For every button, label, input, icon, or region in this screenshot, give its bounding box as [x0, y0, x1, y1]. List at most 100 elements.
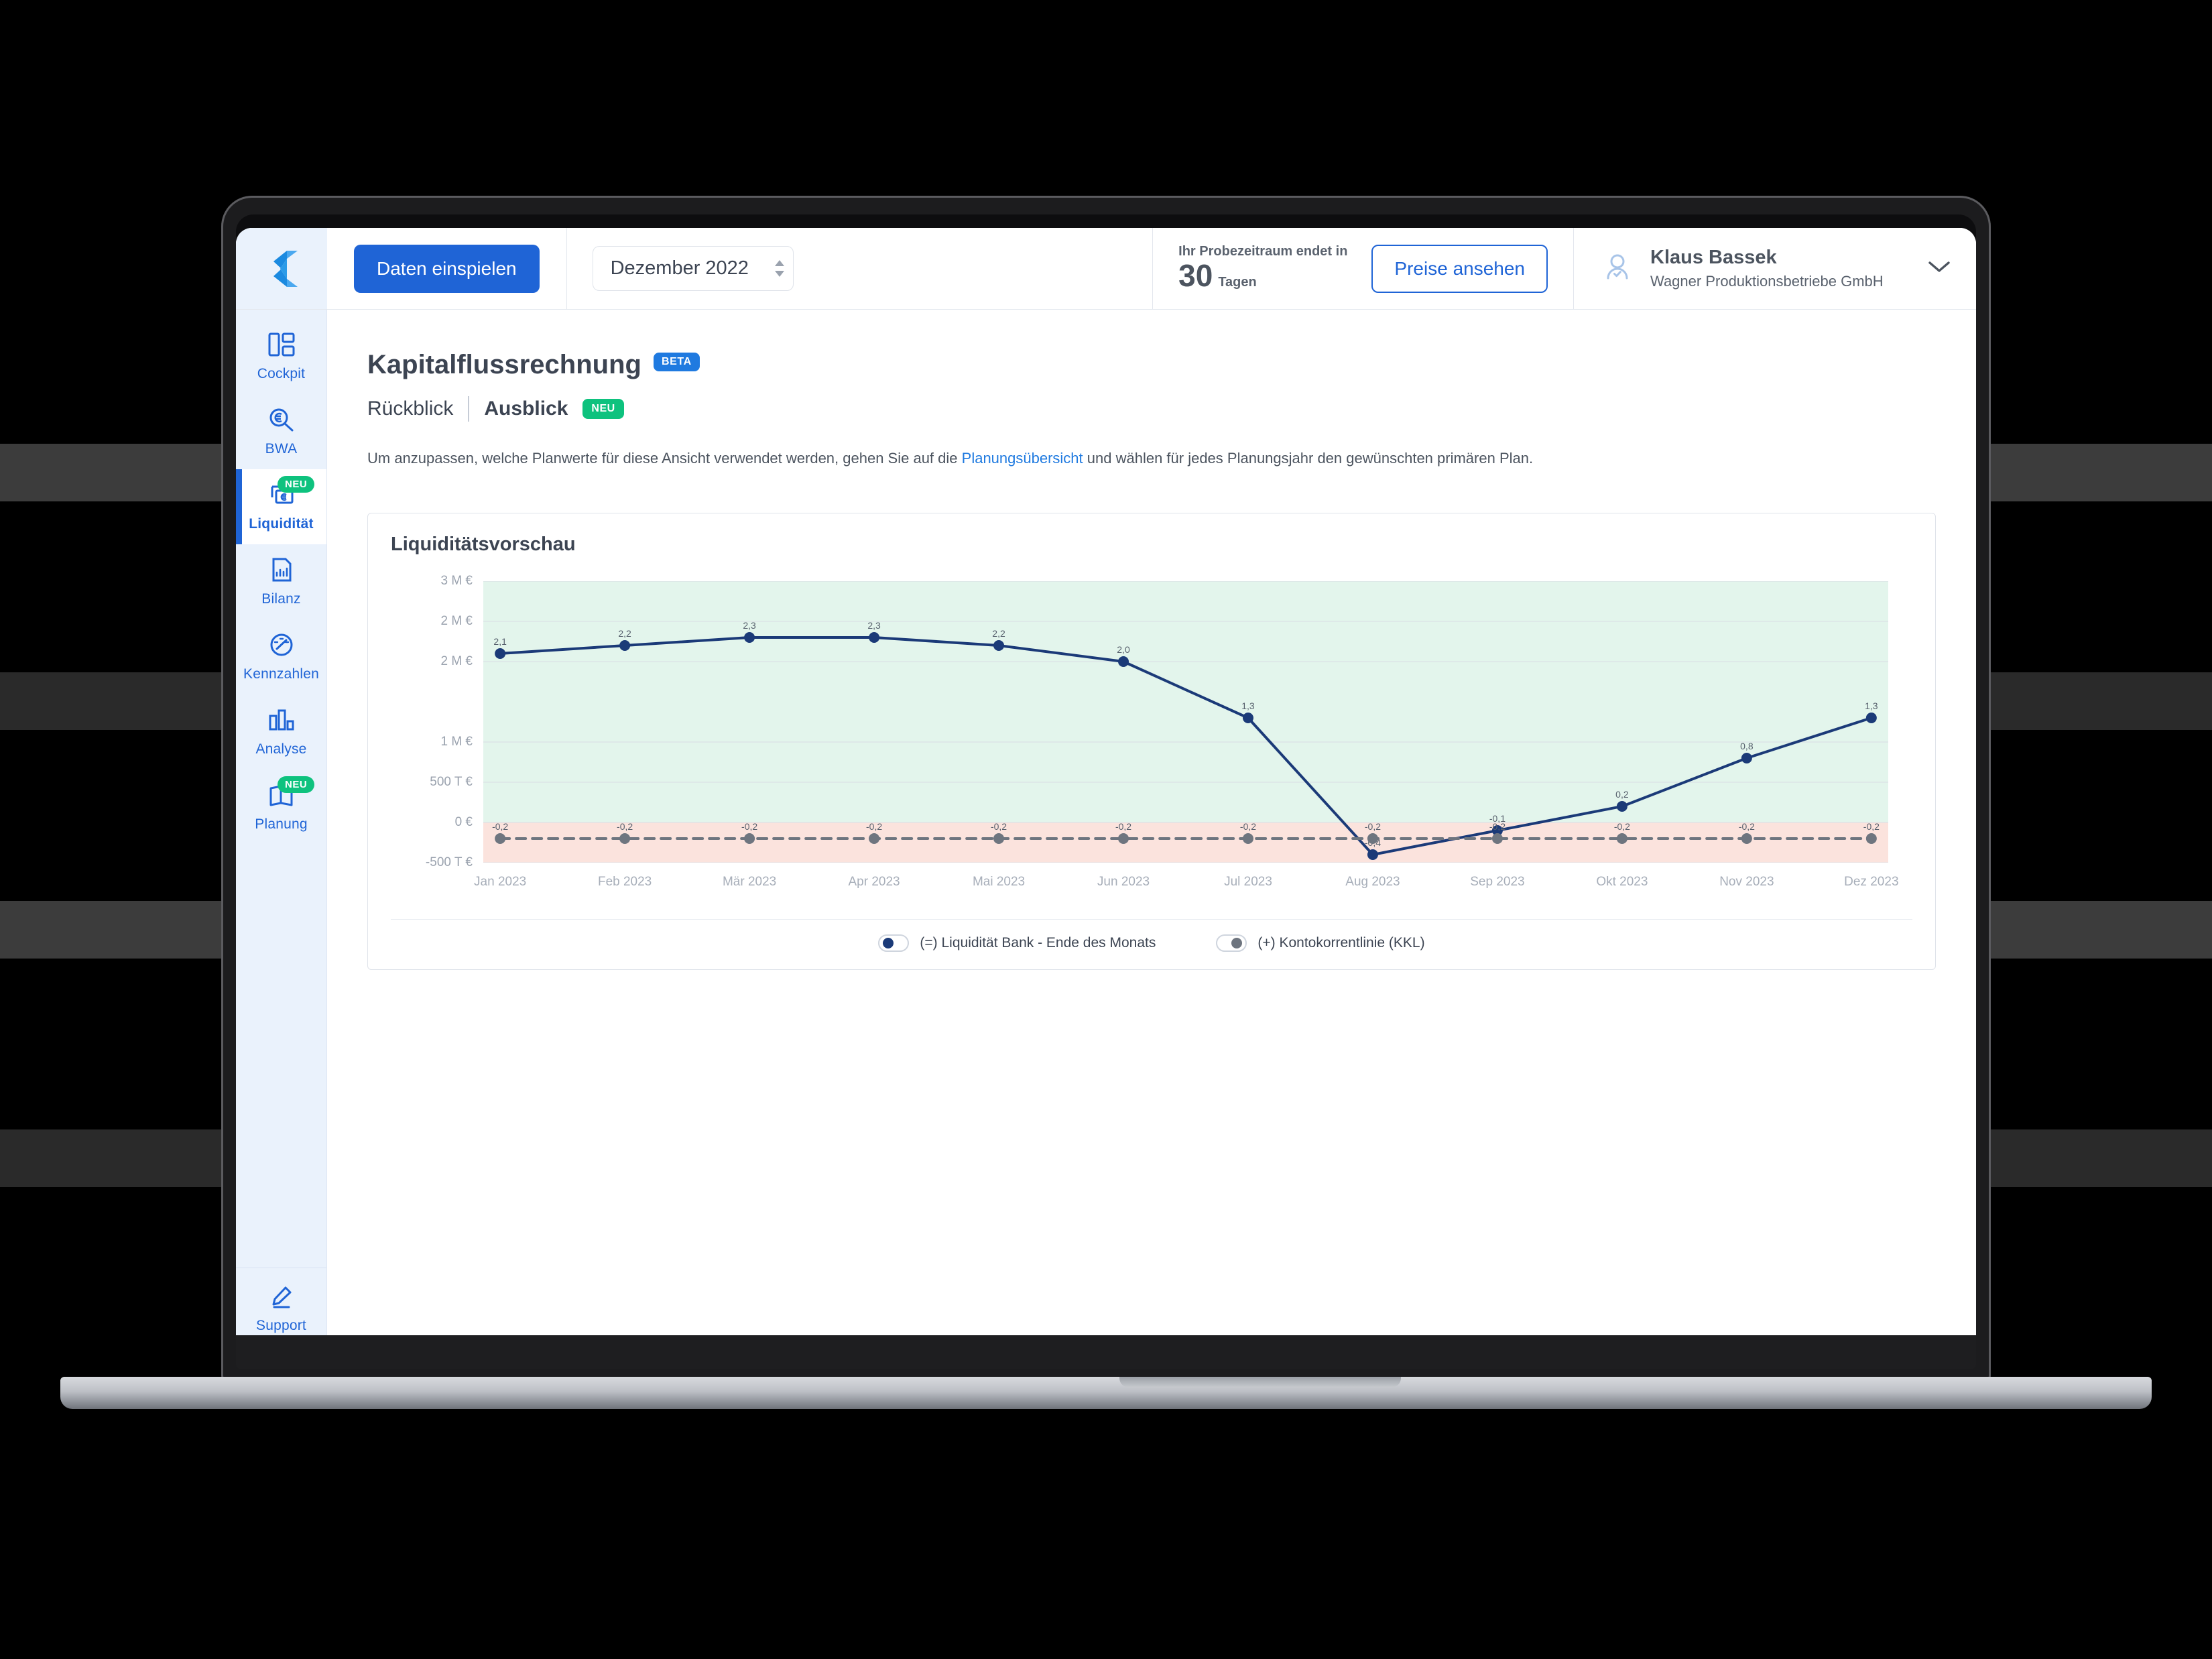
data-label: -0,2 [1614, 821, 1630, 832]
data-point [619, 640, 631, 651]
data-point [1865, 713, 1877, 723]
data-point [1741, 833, 1752, 844]
sidebar-item-liquiditaet[interactable]: NEU Liquidität [236, 469, 326, 544]
legend-toggle[interactable] [878, 934, 910, 952]
tab-badge-neu: NEU [582, 399, 624, 419]
data-point [1741, 753, 1752, 763]
tab-ausblick[interactable]: Ausblick [484, 397, 568, 420]
data-point [1616, 801, 1627, 812]
data-point [1367, 849, 1378, 860]
sidebar-items: Cockpit BWA NEU Liquidität Bilanz Kennza… [236, 310, 326, 845]
data-point [744, 632, 755, 643]
sidebar-item-label: Bilanz [261, 591, 301, 607]
data-point [1242, 713, 1253, 723]
bar-chart-icon [268, 708, 295, 735]
x-axis-labels: Jan 2023 Feb 2023 Mär 2023 Apr 2023 Mai 2023… [474, 875, 1898, 895]
data-point [993, 833, 1005, 844]
chart-area: 3 M € 2 M € 2 M € 1 M € 500 T € 0 € -500 T € 2… [391, 572, 1912, 915]
chevron-down-icon[interactable] [1928, 260, 1951, 277]
import-data-button[interactable]: Daten einspielen [354, 244, 540, 293]
pencil-icon [269, 1286, 294, 1312]
trial-message: Ihr Probezeitraum endet in [1178, 244, 1348, 259]
data-label: 2,3 [867, 620, 881, 631]
y-axis-tick: 2 M € [440, 614, 473, 628]
data-point [869, 833, 880, 844]
y-axis-tick: 1 M € [440, 735, 473, 749]
sidebar-item-cockpit[interactable]: Cockpit [236, 319, 326, 394]
laptop-base [60, 1377, 2152, 1409]
sidebar-item-planung[interactable]: NEU Planung [236, 770, 326, 845]
data-label: -0,2 [1739, 821, 1755, 832]
app-body: Cockpit BWA NEU Liquidität Bilanz Kennza… [236, 310, 1976, 1354]
y-axis-tick: 3 M € [440, 574, 473, 588]
data-label: -0,2 [1365, 821, 1381, 832]
y-axis-tick: 0 € [454, 815, 473, 829]
sidebar-item-label: Planung [255, 816, 308, 832]
top-bar: Daten einspielen Dezember 2022 Ihr Probe… [236, 228, 1976, 310]
data-point [619, 833, 631, 844]
laptop-mockup: Daten einspielen Dezember 2022 Ihr Probe… [60, 196, 2152, 1424]
sidebar-item-label: Kennzahlen [243, 666, 319, 682]
data-label: 2,1 [493, 636, 507, 647]
helper-text-after: und wählen für jedes Planungsjahr den ge… [1083, 450, 1534, 467]
data-point [1118, 656, 1129, 667]
speedometer-icon [268, 633, 295, 660]
data-label: 0,2 [1615, 789, 1629, 800]
laptop-lid: Daten einspielen Dezember 2022 Ihr Probe… [221, 196, 1991, 1382]
stepper-arrows-icon[interactable] [774, 260, 785, 277]
x-axis-tick: Aug 2023 [1345, 875, 1400, 889]
user-menu[interactable]: Klaus Bassek Wagner Produktionsbetriebe … [1574, 228, 1976, 309]
legend-item-kontokorrentlinie[interactable]: (+) Kontokorrentlinie (KKL) [1216, 934, 1425, 952]
magnifier-euro-icon [268, 408, 295, 435]
view-tabs: Rückblick Ausblick NEU [367, 396, 1936, 422]
user-organisation: Wagner Produktionsbetriebe GmbH [1650, 273, 1884, 290]
data-label: -0,2 [866, 821, 882, 832]
user-avatar-icon [1602, 251, 1633, 286]
period-value: Dezember 2022 [610, 257, 749, 279]
laptop-screen: Daten einspielen Dezember 2022 Ihr Probe… [236, 228, 1976, 1354]
data-point [1616, 833, 1627, 844]
legend-label: (+) Kontokorrentlinie (KKL) [1257, 935, 1425, 950]
x-axis-tick: Feb 2023 [597, 875, 652, 889]
tab-divider [468, 396, 470, 422]
sidebar-item-label: Analyse [255, 741, 307, 757]
x-axis-tick: Okt 2023 [1596, 875, 1648, 889]
y-axis-labels: 3 M € 2 M € 2 M € 1 M € 500 T € 0 € -500 T € [391, 574, 473, 869]
data-point [495, 833, 506, 844]
app-logo[interactable] [236, 228, 327, 309]
sidebar-item-analyse[interactable]: Analyse [236, 694, 326, 770]
planungsuebersicht-link[interactable]: Planungsübersicht [962, 450, 1083, 467]
data-label: 2,2 [992, 628, 1005, 639]
chart-title: Liquiditätsvorschau [391, 534, 576, 555]
sidebar-item-bilanz[interactable]: Bilanz [236, 544, 326, 619]
sidebar-item-bwa[interactable]: BWA [236, 394, 326, 469]
data-label: 1,3 [1241, 700, 1255, 711]
sidebar-item-kennzahlen[interactable]: Kennzahlen [236, 619, 326, 694]
sidebar-item-label: BWA [265, 441, 298, 456]
data-label: 0,8 [1740, 741, 1754, 751]
y-axis-tick: -500 T € [425, 855, 473, 869]
user-name: Klaus Bassek [1650, 247, 1777, 268]
x-axis-tick: Mai 2023 [972, 875, 1026, 889]
chart-plot: 2,12,22,32,32,22,01,3-0,4-0,10,20,81,3-0… [483, 581, 1888, 863]
data-point [993, 640, 1005, 651]
tab-rueckblick[interactable]: Rückblick [367, 397, 453, 420]
legend-item-liquiditaet-bank[interactable]: (=) Liquidität Bank - Ende des Monats [878, 934, 1156, 952]
data-point [1491, 833, 1503, 844]
dashboard-grid-icon [268, 332, 295, 360]
trial-info: Ihr Probezeitraum endet in 30 Tagen [1178, 244, 1347, 293]
x-axis-tick: Jun 2023 [1097, 875, 1150, 889]
chart-legend: (=) Liquidität Bank - Ende des Monats (+… [391, 919, 1912, 952]
trial-days-unit: Tagen [1218, 275, 1257, 290]
view-pricing-button[interactable]: Preise ansehen [1371, 244, 1548, 293]
trial-days-count: 30 [1178, 258, 1213, 294]
application-window: Daten einspielen Dezember 2022 Ihr Probe… [236, 228, 1976, 1354]
x-axis-tick: Nov 2023 [1719, 875, 1774, 889]
x-axis-tick: Mär 2023 [722, 875, 777, 889]
sidebar-badge-neu: NEU [278, 776, 315, 793]
legend-label: (=) Liquidität Bank - Ende des Monats [920, 935, 1156, 950]
period-selector[interactable]: Dezember 2022 [592, 246, 794, 291]
sidebar-item-label: Cockpit [257, 366, 306, 381]
legend-toggle[interactable] [1216, 934, 1247, 952]
page-header: Kapitalflussrechnung BETA [367, 350, 1936, 380]
